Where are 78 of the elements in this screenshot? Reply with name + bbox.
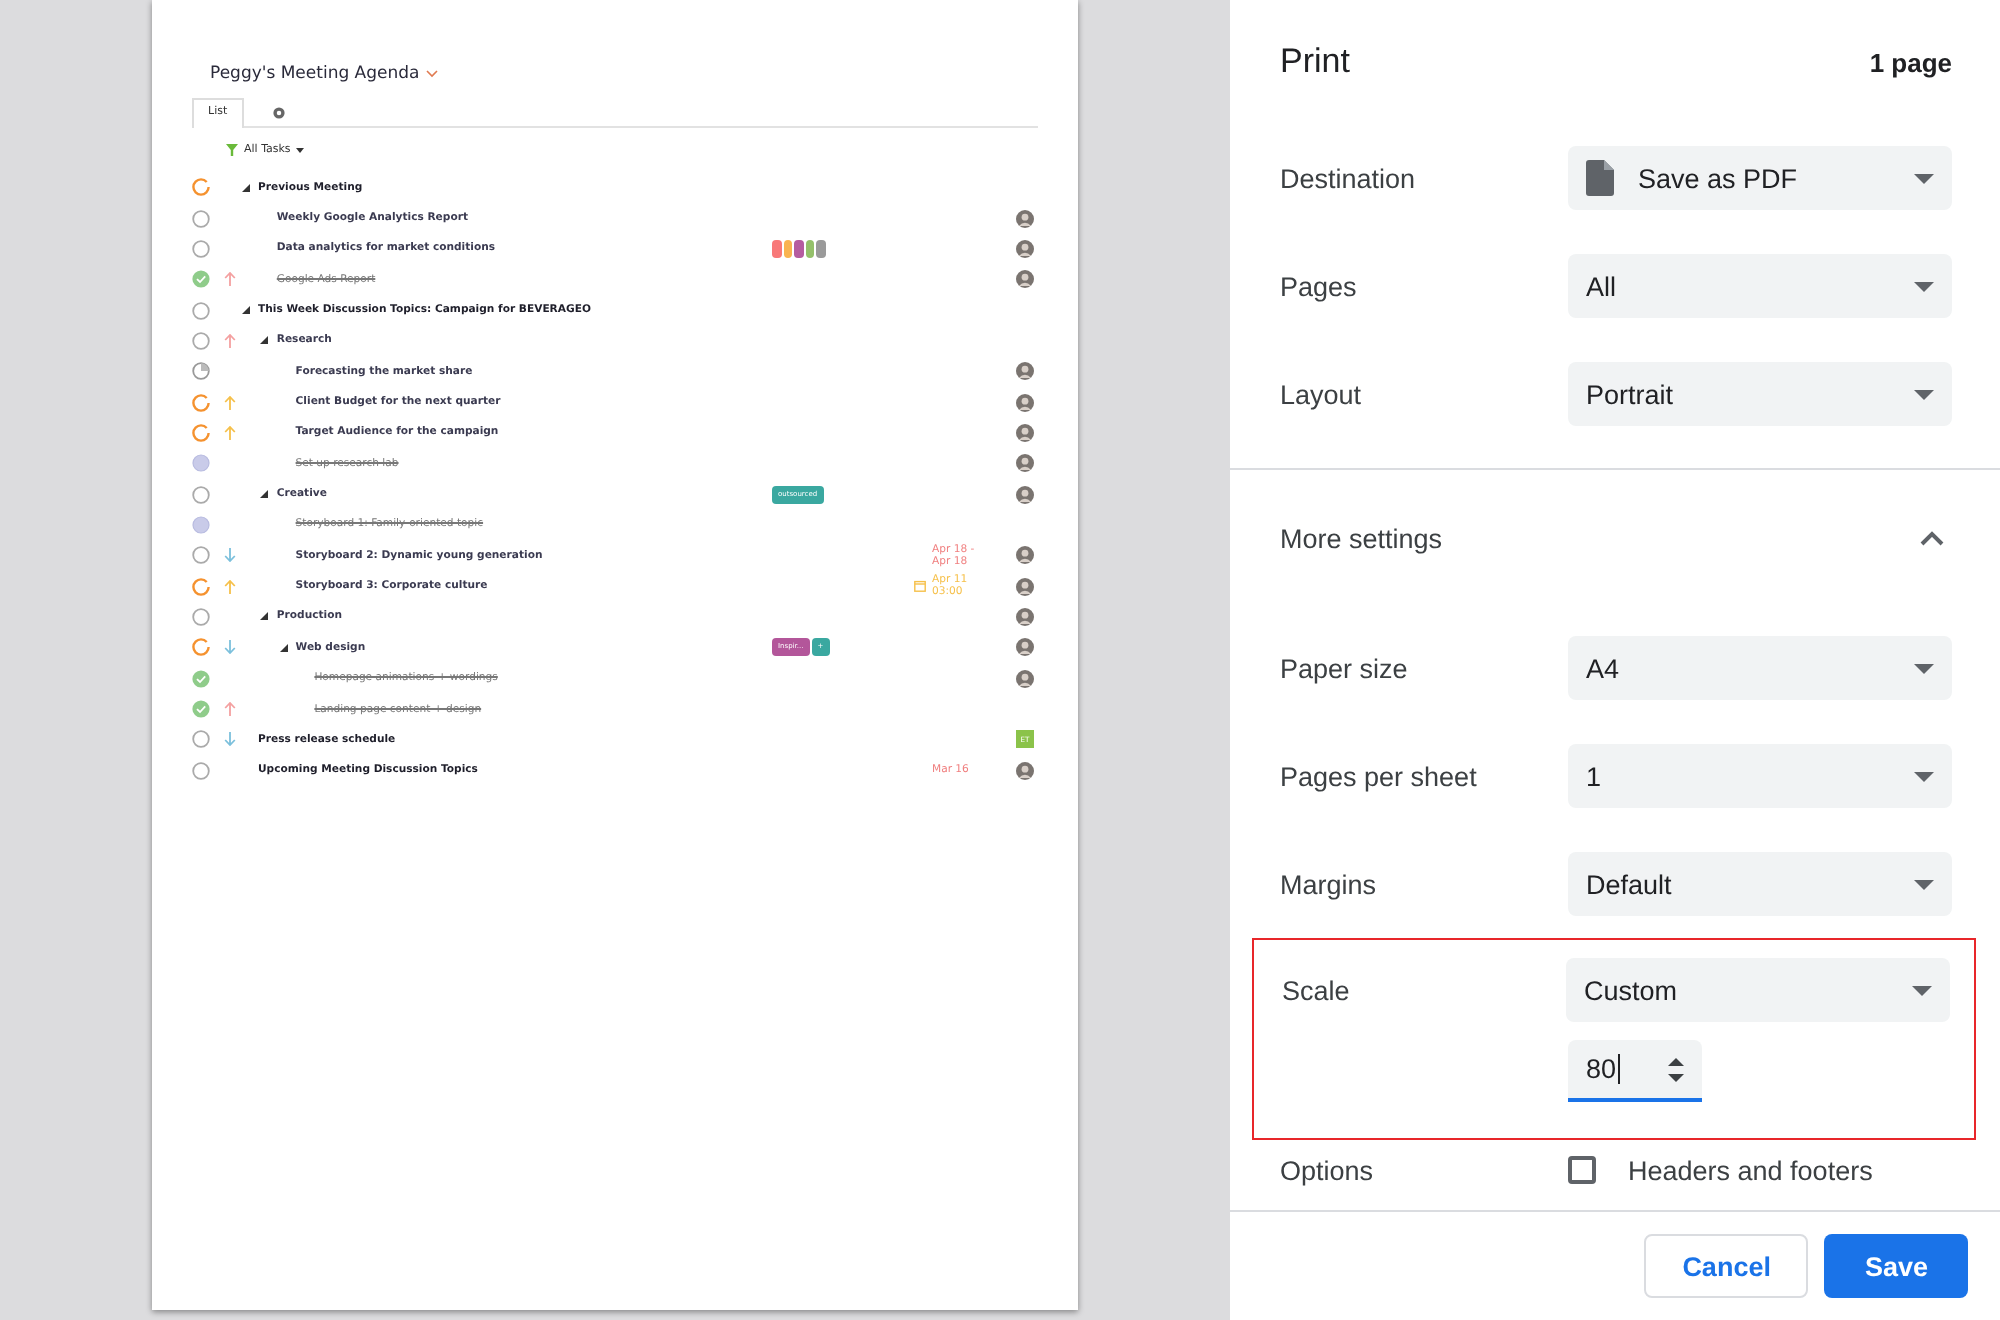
select-dropdown[interactable]: Default: [1568, 852, 1952, 916]
expand-triangle-icon[interactable]: [260, 612, 269, 621]
spinner-arrows-icon[interactable]: [1668, 1057, 1684, 1081]
caret-icon: [1912, 985, 1932, 995]
avatar-icon: [1016, 669, 1034, 688]
avatar-icon: [1016, 761, 1034, 780]
status-circle-icon[interactable]: [192, 331, 210, 350]
setting-label: Destination: [1280, 163, 1416, 193]
avatar-icon: [1016, 270, 1034, 289]
status-circle-icon[interactable]: [192, 761, 210, 780]
avatar-icon: [1016, 393, 1034, 412]
avatar-icon: [1016, 423, 1034, 442]
avatar-icon: [1016, 638, 1034, 657]
status-circle-icon[interactable]: [192, 485, 210, 504]
cancel-button[interactable]: Cancel: [1644, 1234, 1809, 1298]
status-circle-icon[interactable]: [192, 239, 210, 258]
select-dropdown[interactable]: All: [1568, 254, 1952, 318]
status-circle-icon[interactable]: [192, 730, 210, 749]
setting-label: Paper size: [1280, 653, 1408, 683]
avatar-icon: [1016, 607, 1034, 626]
scale-input[interactable]: 80: [1568, 1040, 1702, 1102]
chevron-icon: [1920, 530, 1944, 546]
avatar-icon: [1016, 362, 1034, 381]
status-circle-icon[interactable]: [192, 393, 210, 412]
status-circle-icon[interactable]: [192, 638, 210, 657]
status-circle-icon[interactable]: [192, 209, 210, 228]
expand-triangle-icon[interactable]: [260, 490, 269, 499]
setting-label: Options: [1280, 1155, 1374, 1185]
caret-icon: [1914, 663, 1934, 673]
more-settings-toggle[interactable]: More settings: [1280, 470, 1952, 606]
setting-label: Scale: [1282, 975, 1350, 1005]
checkbox[interactable]: [1568, 1156, 1596, 1184]
setting-label: Pages: [1280, 271, 1357, 301]
document-title: Peggy's Meeting Agenda: [210, 64, 420, 84]
avatar-icon: [1016, 239, 1034, 258]
checkbox-label[interactable]: Headers and footers: [1628, 1155, 1873, 1185]
status-circle-icon[interactable]: [192, 423, 210, 442]
status-circle-icon[interactable]: [192, 454, 210, 473]
expand-triangle-icon[interactable]: [242, 306, 250, 315]
select-dropdown[interactable]: A4: [1568, 636, 1952, 700]
gear-icon: [271, 106, 286, 120]
avatar-icon: [1016, 454, 1034, 473]
avatar-icon: [1016, 485, 1034, 504]
expand-triangle-icon[interactable]: [260, 336, 269, 345]
filter-icon: [226, 144, 238, 156]
select-dropdown[interactable]: Portrait: [1568, 362, 1952, 426]
caret-icon: [1914, 389, 1934, 399]
status-circle-icon[interactable]: [192, 546, 210, 565]
setting-label: Layout: [1280, 379, 1362, 409]
status-circle-icon[interactable]: [192, 577, 210, 596]
caret-icon: [1914, 281, 1934, 291]
status-circle-icon[interactable]: [192, 607, 210, 626]
dialog-title: Print: [1280, 42, 1350, 82]
page-count: 1 page: [1869, 47, 1952, 77]
status-circle-icon[interactable]: [192, 362, 210, 381]
save-button[interactable]: Save: [1824, 1234, 1968, 1298]
status-circle-icon[interactable]: [192, 178, 210, 197]
setting-label: Margins: [1280, 869, 1377, 899]
select-dropdown[interactable]: Custom: [1566, 958, 1950, 1022]
calendar-icon: [914, 580, 926, 593]
caret-icon: [296, 147, 305, 153]
caret-icon: [1914, 879, 1934, 889]
done-check-icon[interactable]: [192, 669, 210, 688]
caret-icon: [1914, 771, 1934, 781]
expand-triangle-icon[interactable]: [279, 643, 288, 652]
expand-triangle-icon[interactable]: [242, 183, 250, 192]
caret-icon: [425, 70, 438, 78]
avatar-icon: [1016, 546, 1034, 565]
caret-icon: [1914, 173, 1934, 183]
status-circle-icon[interactable]: [192, 301, 210, 320]
done-check-icon[interactable]: [192, 700, 210, 719]
done-check-icon[interactable]: [192, 270, 210, 289]
setting-label: Pages per sheet: [1280, 761, 1477, 791]
avatar-icon: [1016, 577, 1034, 596]
status-circle-icon[interactable]: [192, 515, 210, 534]
select-dropdown[interactable]: 1: [1568, 744, 1952, 808]
avatar-icon: [1016, 209, 1034, 228]
select-dropdown[interactable]: Save as PDF: [1568, 146, 1952, 210]
